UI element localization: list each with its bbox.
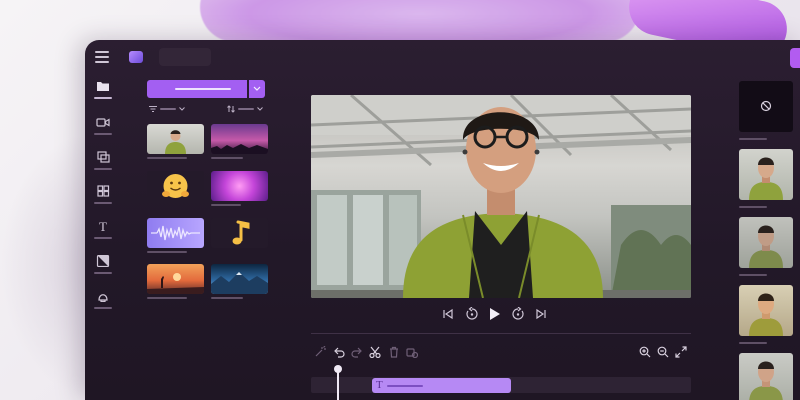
hugging-emoji-icon[interactable] <box>147 171 204 201</box>
filter-warm[interactable] <box>739 285 793 336</box>
playhead[interactable] <box>337 370 339 400</box>
svg-text:T: T <box>99 220 107 232</box>
audio-waveform-icon[interactable] <box>147 218 204 248</box>
no-filter-icon <box>760 100 772 112</box>
undo-icon[interactable] <box>333 345 345 357</box>
timeline-divider <box>311 333 691 334</box>
media-asset-sunset-crowd[interactable] <box>211 124 268 154</box>
export-button[interactable] <box>790 48 800 68</box>
fit-to-screen-icon[interactable] <box>675 345 687 357</box>
rewind-5-icon[interactable] <box>465 307 479 321</box>
scissors-icon[interactable] <box>369 345 381 357</box>
import-media-button[interactable] <box>147 80 247 98</box>
library-icon <box>96 151 110 163</box>
text-icon: T <box>96 220 110 232</box>
music-note-icon[interactable] <box>211 218 268 248</box>
forward-5-icon[interactable] <box>511 307 525 321</box>
filter-original[interactable] <box>739 149 793 200</box>
editor-window: T <box>85 40 800 400</box>
import-options-button[interactable] <box>249 80 265 98</box>
filter-control[interactable] <box>149 104 185 114</box>
rail-item-text[interactable]: T <box>91 220 115 250</box>
filter-none[interactable] <box>739 81 793 132</box>
project-title[interactable] <box>159 48 211 66</box>
filter-icon <box>149 106 157 112</box>
chevron-down-icon <box>257 107 263 111</box>
sort-control[interactable] <box>227 104 263 114</box>
magic-wand-icon[interactable] <box>314 345 326 357</box>
filter-muted[interactable] <box>739 217 793 268</box>
media-asset-giraffe-sunset[interactable] <box>147 264 204 294</box>
chevron-down-icon <box>253 86 261 92</box>
rail-item-transitions[interactable] <box>91 255 115 285</box>
transitions-icon <box>96 255 110 267</box>
skip-back-icon[interactable] <box>442 307 454 321</box>
video-preview[interactable] <box>311 95 691 298</box>
duplicate-icon[interactable] <box>406 345 418 357</box>
rail-item-brand[interactable] <box>91 290 115 320</box>
video-camera-icon <box>96 116 110 128</box>
sort-icon <box>227 105 235 113</box>
media-asset-person[interactable] <box>147 124 204 154</box>
background-blob <box>200 0 640 42</box>
hamburger-icon[interactable] <box>95 51 109 63</box>
brand-kit-icon <box>96 290 110 302</box>
playhead-handle[interactable] <box>334 365 342 373</box>
text-clip[interactable]: T <box>372 378 511 393</box>
media-asset-mountains[interactable] <box>211 264 268 294</box>
templates-icon <box>96 185 110 197</box>
rail-item-media[interactable] <box>91 80 115 110</box>
media-asset-glitter[interactable] <box>211 171 268 201</box>
trash-icon[interactable] <box>388 345 400 357</box>
rail-item-stock[interactable] <box>91 151 115 181</box>
rail-item-record[interactable] <box>91 116 115 146</box>
app-logo-icon <box>129 51 143 63</box>
filter-faded[interactable] <box>739 353 793 400</box>
zoom-in-icon[interactable] <box>639 345 651 357</box>
folder-icon <box>96 80 110 92</box>
text-icon: T <box>376 379 383 391</box>
play-icon[interactable] <box>489 307 501 321</box>
skip-forward-icon[interactable] <box>535 307 547 321</box>
chevron-down-icon <box>179 107 185 111</box>
rail-item-templates[interactable] <box>91 185 115 215</box>
redo-icon[interactable] <box>351 345 363 357</box>
zoom-out-icon[interactable] <box>657 345 669 357</box>
